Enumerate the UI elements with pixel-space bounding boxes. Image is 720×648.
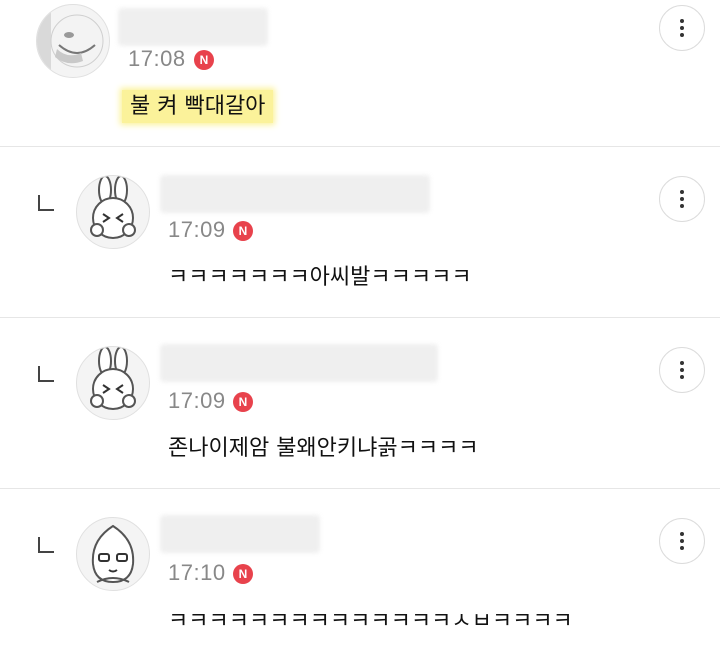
more-dot (680, 546, 684, 550)
reply-arrow-icon (38, 537, 54, 553)
comment-time: 17:09 (168, 217, 226, 242)
reply-item: 17:10 N ㅋㅋㅋㅋㅋㅋㅋㅋㅋㅋㅋㅋㅋㅋㅅㅂㅋㅋㅋㅋ (0, 489, 720, 648)
comment-text: ㅋㅋㅋㅋㅋㅋㅋㅋㅋㅋㅋㅋㅋㅋㅅㅂㅋㅋㅋㅋ (168, 609, 573, 634)
more-dot (680, 197, 684, 201)
avatar[interactable] (36, 4, 110, 78)
comment-item: 17:08 N 불 켜 빡대갈아 (0, 0, 720, 146)
new-badge-icon: N (233, 221, 253, 241)
reply-item: 17:09 N ㅋㅋㅋㅋㅋㅋㅋ아씨발ㅋㅋㅋㅋㅋ (0, 147, 720, 317)
author-name-blurred (118, 8, 268, 46)
new-badge-icon: N (194, 50, 214, 70)
more-options-button[interactable] (659, 176, 705, 222)
more-dot (680, 26, 684, 30)
author-name-blurred (160, 175, 430, 213)
avatar-image (37, 5, 104, 77)
reply-arrow-icon (38, 366, 54, 382)
avatar[interactable] (76, 175, 150, 249)
more-vertical-icon (680, 532, 684, 536)
author-name-blurred (160, 515, 320, 553)
avatar-image (91, 524, 135, 584)
more-dot (680, 33, 684, 37)
more-vertical-icon (680, 361, 684, 365)
comment-time: 17:08 (128, 46, 186, 71)
comment-text: 불 켜 빡대갈아 (122, 88, 274, 123)
more-dot (680, 375, 684, 379)
highlighted-text: 불 켜 빡대갈아 (122, 90, 274, 123)
author-name-blurred (160, 344, 438, 382)
comment-text: ㅋㅋㅋㅋㅋㅋㅋ아씨발ㅋㅋㅋㅋㅋ (168, 265, 472, 290)
comment-text: 존나이제암 불왜안키냐곩ㅋㅋㅋㅋ (168, 436, 479, 461)
reply-arrow-icon (38, 195, 54, 211)
new-badge-icon: N (233, 564, 253, 584)
avatar-image (90, 176, 136, 239)
new-badge-icon: N (233, 392, 253, 412)
comment-time: 17:10 (168, 560, 226, 585)
more-vertical-icon (680, 19, 684, 23)
avatar[interactable] (76, 346, 150, 420)
comment-time: 17:09 (168, 388, 226, 413)
more-options-button[interactable] (659, 5, 705, 51)
avatar[interactable] (76, 517, 150, 591)
reply-item: 17:09 N 존나이제암 불왜안키냐곩ㅋㅋㅋㅋ (0, 318, 720, 488)
more-options-button[interactable] (659, 518, 705, 564)
more-dot (680, 204, 684, 208)
avatar-image (90, 347, 136, 410)
more-dot (680, 539, 684, 543)
more-vertical-icon (680, 190, 684, 194)
more-options-button[interactable] (659, 347, 705, 393)
more-dot (680, 368, 684, 372)
